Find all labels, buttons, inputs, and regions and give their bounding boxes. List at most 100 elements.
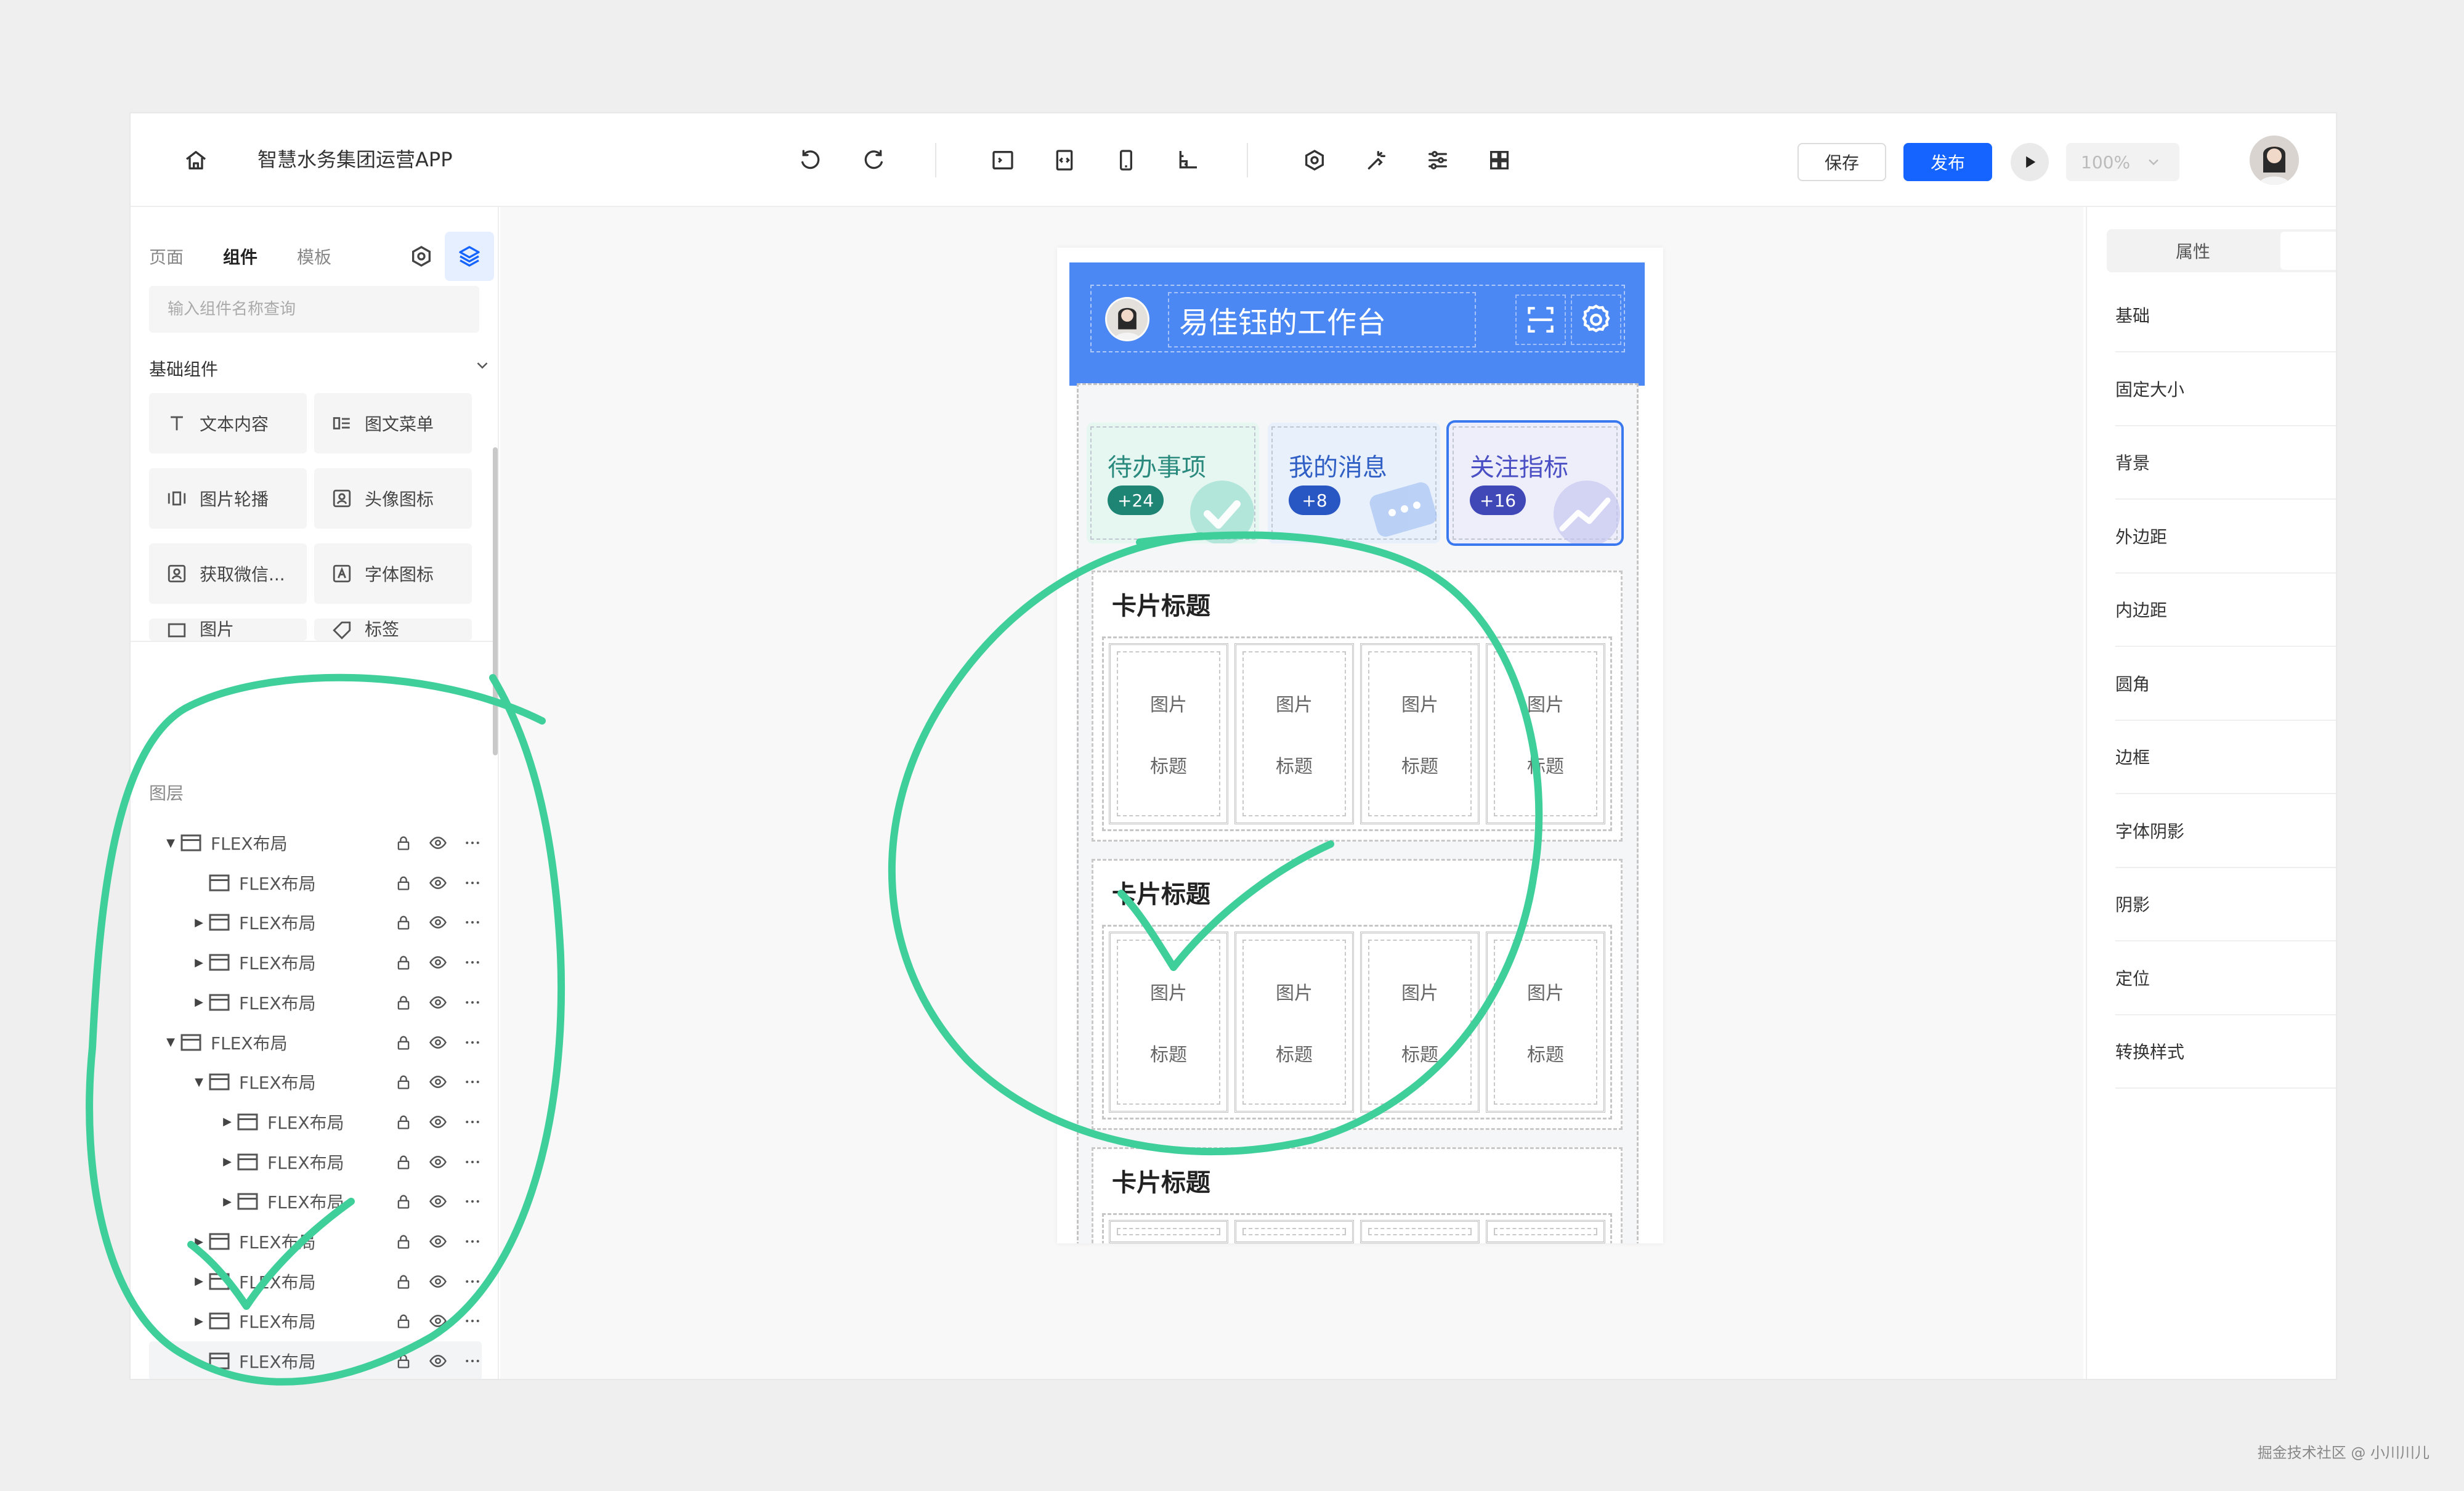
ruler-icon[interactable] — [1173, 145, 1202, 175]
component-wechat-info[interactable]: 获取微信... — [149, 543, 307, 604]
grid-item[interactable]: 图片 标题 — [1109, 643, 1228, 824]
tab-pages[interactable]: 页面 — [149, 244, 184, 269]
caret-right-icon[interactable]: ▶ — [218, 1155, 237, 1168]
layer-row[interactable]: ▶ FLEX布局 — [149, 1182, 482, 1221]
eye-icon[interactable] — [428, 832, 448, 853]
home-icon[interactable] — [181, 145, 211, 175]
style-section-row[interactable]: 转换样式 — [2115, 1015, 2336, 1089]
layer-row[interactable]: ▶ FLEX布局 — [149, 983, 482, 1022]
phone-preview[interactable]: 易佳钰的工作台 待办事项 +24 我的消息 +8 关注指标 +16 卡片标题 图片 标题 图片标… — [1057, 248, 1663, 1243]
code-file-icon[interactable] — [1050, 145, 1079, 175]
grid-item[interactable]: 图片 标题 — [1360, 932, 1480, 1113]
lock-icon[interactable] — [393, 992, 414, 1013]
grid-item[interactable]: 图片 标题 — [1109, 932, 1228, 1113]
style-section-row[interactable]: 定位 — [2115, 941, 2336, 1015]
tab-properties[interactable]: 属性 — [2109, 229, 2277, 272]
quick-card[interactable]: 待办事项 +24 — [1087, 423, 1259, 543]
component-avatar[interactable]: 头像图标 — [314, 468, 472, 529]
layer-row[interactable]: ▶ FLEX布局 — [149, 1222, 482, 1261]
layer-row[interactable]: ▶ FLEX布局 — [149, 1142, 482, 1182]
redo-icon[interactable] — [859, 145, 888, 175]
lock-icon[interactable] — [393, 1152, 414, 1172]
more-icon[interactable] — [462, 1231, 483, 1252]
more-icon[interactable] — [462, 1152, 483, 1172]
caret-right-icon[interactable]: ▶ — [190, 1275, 208, 1288]
lock-icon[interactable] — [393, 952, 414, 973]
style-section-row[interactable]: 阴影 — [2115, 867, 2336, 941]
gear-icon[interactable] — [1571, 295, 1621, 345]
eye-icon[interactable] — [428, 1191, 448, 1212]
avatar[interactable] — [2250, 136, 2299, 185]
quick-card[interactable]: 我的消息 +8 — [1268, 423, 1440, 543]
caret-down-icon[interactable]: ▼ — [161, 1036, 180, 1049]
grid-item[interactable] — [1486, 1220, 1605, 1243]
layer-row[interactable]: ▶ FLEX布局 — [149, 1262, 482, 1301]
hexagon-settings-icon[interactable] — [402, 237, 441, 276]
lock-icon[interactable] — [393, 832, 414, 853]
layer-row[interactable]: ▶ FLEX布局 — [149, 943, 482, 982]
phone-header[interactable]: 易佳钰的工作台 — [1069, 262, 1645, 386]
eye-icon[interactable] — [428, 912, 448, 933]
more-icon[interactable] — [462, 1310, 483, 1331]
publish-button[interactable]: 发布 — [1903, 143, 1992, 181]
lock-icon[interactable] — [393, 1032, 414, 1053]
component-text[interactable]: 文本内容 — [149, 393, 307, 453]
layer-row[interactable]: FLEX布局 — [149, 1341, 482, 1379]
layer-row[interactable]: ▼ FLEX布局 — [149, 1062, 482, 1102]
more-icon[interactable] — [462, 992, 483, 1013]
more-icon[interactable] — [462, 952, 483, 973]
style-section-row[interactable]: 圆角 — [2115, 647, 2336, 721]
preview-button[interactable] — [2011, 143, 2049, 181]
layer-row[interactable]: ▶ FLEX布局 — [149, 1301, 482, 1341]
grid-item[interactable] — [1234, 1220, 1354, 1243]
style-section-row[interactable]: 固定大小 — [2115, 352, 2336, 426]
caret-right-icon[interactable]: ▶ — [218, 1115, 237, 1128]
caret-down-icon[interactable]: ▼ — [190, 1076, 208, 1089]
component-font-icon[interactable]: 字体图标 — [314, 543, 472, 604]
eye-icon[interactable] — [428, 1271, 448, 1292]
style-section-row[interactable]: 背景 — [2115, 426, 2336, 500]
card-section[interactable]: 卡片标题 — [1092, 1147, 1623, 1243]
more-icon[interactable] — [462, 1271, 483, 1292]
layers-icon[interactable] — [445, 232, 494, 281]
design-canvas[interactable]: 易佳钰的工作台 待办事项 +24 我的消息 +8 关注指标 +16 卡片标题 图片 标题 图片标… — [500, 207, 2083, 1379]
caret-right-icon[interactable]: ▶ — [190, 1235, 208, 1248]
lock-icon[interactable] — [393, 1271, 414, 1292]
save-button[interactable]: 保存 — [1797, 143, 1886, 181]
grid-item[interactable]: 图片 标题 — [1234, 932, 1354, 1113]
more-icon[interactable] — [462, 1351, 483, 1371]
eye-icon[interactable] — [428, 1111, 448, 1132]
hexagon-settings-icon[interactable] — [1300, 145, 1329, 175]
lock-icon[interactable] — [393, 912, 414, 933]
eye-icon[interactable] — [428, 1152, 448, 1172]
layer-row[interactable]: ▶ FLEX布局 — [149, 1102, 482, 1142]
basic-components-header[interactable]: 基础组件 — [149, 356, 492, 381]
caret-right-icon[interactable]: ▶ — [190, 1315, 208, 1328]
quick-card[interactable]: 关注指标 +16 — [1449, 423, 1621, 543]
grid-apps-icon[interactable] — [1485, 145, 1514, 175]
grid-item[interactable]: 图片 标题 — [1360, 643, 1480, 824]
more-icon[interactable] — [462, 1032, 483, 1053]
more-icon[interactable] — [462, 1111, 483, 1132]
grid-item[interactable] — [1109, 1220, 1228, 1243]
caret-right-icon[interactable]: ▶ — [218, 1195, 237, 1208]
scan-icon[interactable] — [1515, 295, 1566, 345]
lock-icon[interactable] — [393, 1231, 414, 1252]
component-tag[interactable]: 标签 — [314, 619, 472, 641]
component-image-menu[interactable]: 图文菜单 — [314, 393, 472, 453]
style-section-row[interactable]: 外边距 — [2115, 500, 2336, 574]
caret-down-icon[interactable]: ▼ — [161, 837, 180, 850]
layer-row[interactable]: ▼ FLEX布局 — [149, 823, 482, 863]
eye-icon[interactable] — [428, 1032, 448, 1053]
caret-right-icon[interactable]: ▶ — [190, 996, 208, 1009]
grid-item[interactable]: 图片 标题 — [1486, 932, 1605, 1113]
caret-right-icon[interactable]: ▶ — [190, 916, 208, 929]
more-icon[interactable] — [462, 832, 483, 853]
tab-components[interactable]: 组件 — [223, 244, 257, 269]
more-icon[interactable] — [462, 1071, 483, 1092]
grid-item[interactable] — [1360, 1220, 1480, 1243]
lock-icon[interactable] — [393, 1310, 414, 1331]
caret-right-icon[interactable]: ▶ — [190, 956, 208, 969]
component-search-input[interactable] — [149, 286, 479, 333]
header-bar[interactable]: 易佳钰的工作台 — [1090, 285, 1625, 352]
